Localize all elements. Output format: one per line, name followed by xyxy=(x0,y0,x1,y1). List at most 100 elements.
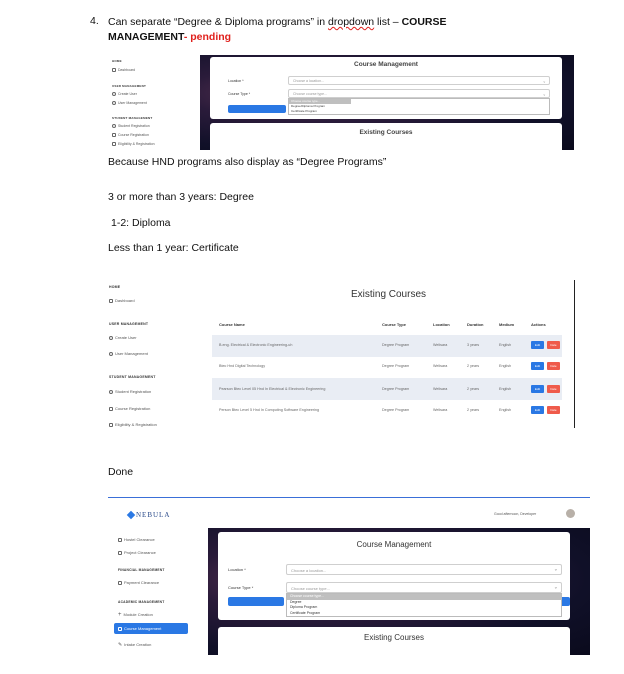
heading-bold-2: MANAGEMENT xyxy=(108,31,184,43)
chevron-down-icon: ⌄ xyxy=(542,90,546,96)
edit-button[interactable]: Edit xyxy=(531,406,544,414)
sidebar-section-title: ACADEMIC MANAGEMENT xyxy=(118,600,165,604)
card-title: Course Management xyxy=(356,540,432,549)
delete-button[interactable]: Dele xyxy=(547,406,560,414)
screenshot-after: NEBULA Good afternoon, Developer Hostel … xyxy=(108,497,590,655)
cell-course-type: Degree Program xyxy=(382,387,410,391)
avatar[interactable] xyxy=(566,509,575,518)
users-icon xyxy=(109,351,113,356)
cell-location: Welisara xyxy=(433,343,448,347)
location-select[interactable]: Choose a location... ⌄ xyxy=(288,76,550,85)
check-icon xyxy=(112,142,116,146)
sidebar: HOME Dashboard USER MANAGEMENT Create Us… xyxy=(108,55,200,150)
sidebar-item-label: Student Registration xyxy=(118,124,150,128)
delete-button[interactable]: Dele xyxy=(547,341,560,349)
course-type-select[interactable]: Choose course type... ⌄ xyxy=(286,582,562,593)
sidebar-item-eligibility[interactable]: Eligibility & Registration xyxy=(109,422,157,427)
screenshot-existing-courses: HOME Dashboard USER MANAGEMENT Create Us… xyxy=(108,280,575,428)
heading-bold: COURSE xyxy=(401,16,447,28)
course-type-label: Course Type * xyxy=(228,585,254,590)
column-header: Course Type xyxy=(382,322,406,327)
submit-button-right[interactable] xyxy=(562,597,570,606)
course-type-select[interactable]: Choose course type... ⌄ xyxy=(288,89,550,98)
sidebar-item-label: Hostel Clearance xyxy=(124,537,155,542)
delete-button[interactable]: Dele xyxy=(547,385,560,393)
column-header: Location xyxy=(433,322,450,327)
plus-icon: + xyxy=(118,611,122,618)
folder-icon xyxy=(118,550,122,555)
heading-text-after: list – xyxy=(374,16,402,28)
check-icon xyxy=(109,422,113,427)
existing-courses-card: Existing Courses xyxy=(210,123,562,150)
sidebar-item-project-clearance[interactable]: Project Clearance xyxy=(118,550,156,555)
sidebar-section-title: HOME xyxy=(112,59,122,63)
column-header: Actions xyxy=(531,322,546,327)
sidebar-item-label: User Management xyxy=(118,101,147,105)
cell-duration: 3 years xyxy=(467,343,480,347)
user-icon xyxy=(112,92,116,96)
sidebar-item-label: Dashboard xyxy=(118,68,136,72)
sidebar-item-course-registration[interactable]: Course Registration xyxy=(112,133,149,137)
dropdown-option[interactable]: Certificate Program xyxy=(287,611,561,617)
location-select-value: Choose a location... xyxy=(291,568,327,573)
sidebar-item-label: User Management xyxy=(115,351,148,356)
sidebar: Hostel Clearance Project Clearance FINAN… xyxy=(108,528,208,655)
location-label: Location * xyxy=(228,567,246,572)
edit-button[interactable]: Edit xyxy=(531,385,544,393)
sidebar-item-dashboard[interactable]: Dashboard xyxy=(112,68,135,72)
sidebar-item-create-user[interactable]: Create User xyxy=(112,92,137,96)
heading-squiggle-word: dropdown xyxy=(328,16,375,28)
user-icon xyxy=(112,124,116,128)
sidebar-item-label: Dashboard xyxy=(115,298,135,303)
course-type-dropdown: Choose course type... Degree/Diploma Pro… xyxy=(288,98,550,115)
sidebar-item-payment-clearance[interactable]: Payment Clearance xyxy=(118,580,159,585)
cell-duration: 2 years xyxy=(467,408,480,412)
sidebar-section-title: USER MANAGEMENT xyxy=(112,84,147,88)
cell-location: Welisara xyxy=(433,364,448,368)
column-header: Medium xyxy=(499,322,515,327)
users-icon xyxy=(112,101,116,105)
sidebar-item-module-creation[interactable]: + Module Creation xyxy=(118,611,153,618)
edit-button[interactable]: Edit xyxy=(531,362,544,370)
grid-icon xyxy=(109,298,113,303)
status-pending: pending xyxy=(190,31,232,43)
course-management-card: Course Management Location * Choose a lo… xyxy=(210,57,562,119)
sidebar-item-hostel-clearance[interactable]: Hostel Clearance xyxy=(118,537,155,542)
sidebar-item-course-management[interactable]: Course Management xyxy=(114,623,188,634)
cell-duration: 2 years xyxy=(467,364,480,368)
nebula-logo: NEBULA xyxy=(126,510,170,520)
sidebar-section-title: STUDENT MANAGEMENT xyxy=(112,116,153,120)
card-title: Course Management xyxy=(354,61,418,68)
sidebar-item-dashboard[interactable]: Dashboard xyxy=(109,298,135,303)
rule-diploma: 1-2: Diploma xyxy=(111,217,171,229)
sidebar-item-label: Course Registration xyxy=(118,133,149,137)
course-management-card: Course Management Location * Choose a lo… xyxy=(218,532,570,620)
sidebar-item-create-user[interactable]: Create User xyxy=(109,335,137,340)
dropdown-option[interactable]: Certificate Program xyxy=(289,109,549,114)
existing-courses-card: Existing Courses xyxy=(218,627,570,655)
submit-button[interactable] xyxy=(228,105,286,113)
cell-location: Welisara xyxy=(433,408,448,412)
sidebar-item-student-registration[interactable]: Student Registration xyxy=(112,124,150,128)
sidebar-item-user-management[interactable]: User Management xyxy=(112,101,147,105)
sidebar-item-eligibility[interactable]: Eligibility & Registration xyxy=(112,142,155,146)
location-select[interactable]: Choose a location... ⌄ xyxy=(286,564,562,575)
sidebar-item-label: Course Management xyxy=(124,626,162,631)
existing-courses-title: Existing Courses xyxy=(359,129,413,136)
sidebar-item-user-management[interactable]: User Management xyxy=(109,351,148,356)
delete-button[interactable]: Dele xyxy=(547,362,560,370)
cell-course-name: B.eng. Electrical & Electronic Engineeri… xyxy=(219,343,293,347)
chevron-down-icon: ⌄ xyxy=(553,566,558,573)
sidebar-item-label: Create User xyxy=(115,335,137,340)
submit-button[interactable] xyxy=(228,597,284,606)
sidebar-item-label: Payment Clearance xyxy=(124,580,160,585)
sidebar-item-label: Module Creation xyxy=(123,612,153,617)
edit-button[interactable]: Edit xyxy=(531,341,544,349)
sidebar-item-course-registration[interactable]: Course Registration xyxy=(109,406,150,411)
sidebar-section-title: HOME xyxy=(109,285,121,289)
sidebar-section-title: FINANCIAL MANAGEMENT xyxy=(118,568,165,572)
sidebar-item-intake-creation[interactable]: ✎ Intake Creation xyxy=(118,642,151,647)
sidebar-item-student-registration[interactable]: Student Registration xyxy=(109,389,151,394)
cell-medium: English xyxy=(499,343,512,347)
heading: Can separate “Degree & Diploma programs”… xyxy=(108,15,528,45)
